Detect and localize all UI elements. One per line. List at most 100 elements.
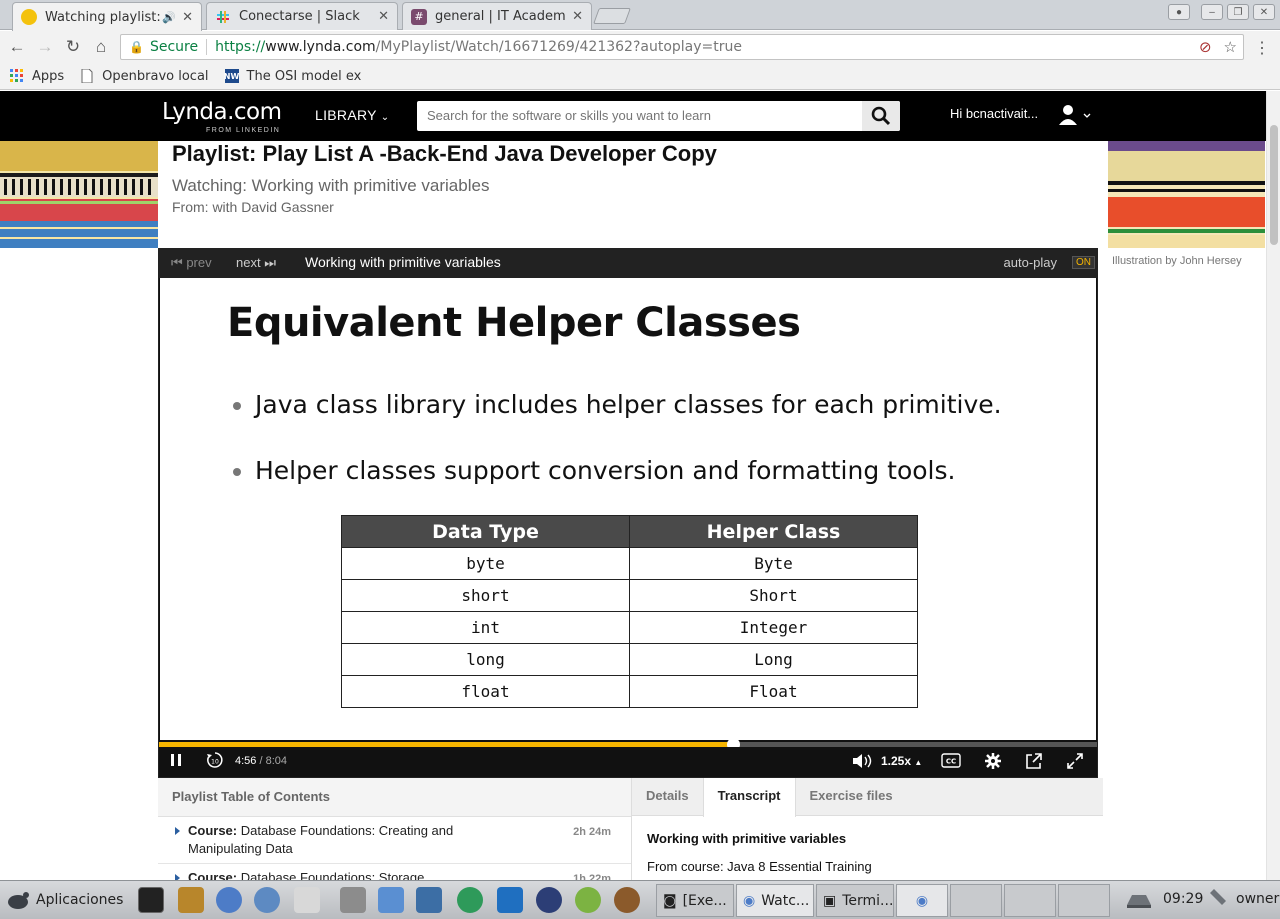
user-menu[interactable] — [1058, 104, 1092, 129]
xfce-mouse-icon — [8, 892, 29, 909]
rewind-10-button[interactable]: 10 — [206, 751, 224, 772]
close-tab-icon[interactable]: ✕ — [182, 10, 193, 25]
closed-captions-button[interactable]: CC — [941, 753, 961, 771]
popout-button[interactable] — [1025, 752, 1043, 773]
autoplay-toggle[interactable]: ON — [1072, 256, 1095, 269]
scrollbar-thumb[interactable] — [1270, 125, 1278, 245]
tab-details[interactable]: Details — [632, 778, 703, 815]
window-label: Termi... — [842, 892, 894, 909]
close-tab-icon[interactable]: ✕ — [572, 9, 583, 24]
workspace-2[interactable] — [950, 884, 1002, 917]
chevron-down-icon: ⌄ — [380, 112, 390, 123]
browser-tab-slack[interactable]: Conectarse | Slack ✕ — [206, 2, 398, 30]
taskbar-window-exe[interactable]: ◙ [Exe... — [656, 884, 734, 917]
tab-exercise-files[interactable]: Exercise files — [796, 778, 907, 815]
bookmark-openbravo[interactable]: Openbravo local — [80, 69, 209, 84]
speed-label: 1.25x — [881, 754, 912, 768]
search-box — [417, 101, 900, 131]
forward-arrow-icon[interactable]: → — [35, 37, 55, 57]
screenshot-launcher-icon[interactable] — [340, 887, 366, 913]
workspace-1[interactable]: ◉ — [896, 884, 948, 917]
address-bar[interactable]: 🔒 Secure https://www.lynda.com/MyPlaylis… — [120, 34, 1244, 60]
page-scrollbar[interactable] — [1266, 91, 1280, 881]
panel-tabs: Details Transcript Exercise files — [632, 778, 1103, 817]
transcript-course[interactable]: From course: Java 8 Essential Training — [647, 859, 872, 874]
volume-button[interactable] — [851, 752, 873, 773]
file-manager-launcher-icon[interactable] — [178, 887, 204, 913]
autoplay-label[interactable]: auto-play — [1004, 255, 1057, 270]
username[interactable]: owner — [1236, 891, 1279, 907]
table-cell: Float — [629, 675, 918, 708]
browser-tab-lynda[interactable]: Watching playlist: 🔊 ✕ — [12, 2, 202, 31]
cc-icon: CC — [941, 753, 961, 768]
browser-tab-itacademy[interactable]: # general | IT Academ ✕ — [402, 2, 592, 30]
tab-transcript[interactable]: Transcript — [702, 778, 796, 817]
logo-text: Lynda.com — [162, 99, 282, 125]
web-browser-launcher-icon[interactable] — [254, 887, 280, 913]
close-window-icon[interactable]: ✕ — [1253, 4, 1275, 20]
tab-title: Conectarse | Slack — [239, 9, 360, 24]
search-icon — [871, 106, 891, 126]
hash-favicon-icon: # — [411, 8, 427, 25]
list-item[interactable]: Course: Database Foundations: Creating a… — [158, 817, 631, 864]
minimize-window-icon[interactable]: – — [1201, 4, 1223, 20]
search-input[interactable] — [417, 101, 857, 129]
acorn-launcher-icon[interactable] — [614, 887, 640, 913]
video-player[interactable]: ⏮ prev next ⏭ Working with primitive var… — [158, 248, 1098, 778]
slide-bullet: Helper classes support conversion and fo… — [232, 456, 955, 485]
bookmark-label: Apps — [32, 68, 65, 84]
android-studio-launcher-icon[interactable] — [575, 887, 601, 913]
table-row: int Integer — [341, 611, 918, 644]
maximize-window-icon[interactable]: ❐ — [1227, 4, 1249, 20]
next-video-button[interactable]: next ⏭ — [236, 255, 276, 271]
library-label: LIBRARY — [315, 107, 377, 123]
logo-subtext: FROM LINKEDIN — [206, 127, 281, 134]
vscode-launcher-icon[interactable] — [497, 887, 523, 913]
rewind-10-icon: 10 — [207, 752, 223, 768]
workspace-4[interactable] — [1058, 884, 1110, 917]
user-switch-icon[interactable] — [1206, 887, 1230, 913]
applications-menu[interactable]: Aplicaciones — [6, 889, 123, 911]
clock[interactable]: 09:29 — [1163, 891, 1203, 907]
fullscreen-button[interactable] — [1066, 752, 1084, 773]
terminal-launcher-icon[interactable] — [138, 887, 164, 913]
skip-forward-icon: ⏭ — [264, 255, 276, 270]
taskbar-window-chrome[interactable]: ◉ Watc... — [736, 884, 814, 917]
profile-icon[interactable]: ● — [1168, 4, 1190, 20]
library-menu[interactable]: LIBRARY ⌄ — [315, 107, 389, 123]
video-title: Working with primitive variables — [305, 254, 501, 270]
chrome-menu-icon[interactable]: ⋮ — [1254, 38, 1270, 58]
table-row: long Long — [341, 643, 918, 676]
workspace-3[interactable] — [1004, 884, 1056, 917]
applications-label: Aplicaciones — [36, 892, 124, 908]
lynda-logo[interactable]: Lynda.com FROM LINKEDIN — [162, 99, 282, 134]
home-icon[interactable]: ⌂ — [91, 37, 111, 57]
details-panel: Details Transcript Exercise files Workin… — [632, 778, 1103, 880]
bookmark-star-icon[interactable]: ☆ — [1224, 38, 1237, 56]
new-tab-button[interactable] — [593, 8, 631, 24]
eclipse-launcher-icon[interactable] — [536, 887, 562, 913]
settings-button[interactable] — [985, 753, 1001, 772]
bookmark-osi[interactable]: NW The OSI model ex — [224, 69, 362, 84]
expand-triangle-icon[interactable] — [175, 827, 180, 835]
pause-button[interactable] — [169, 752, 183, 771]
search-button[interactable] — [862, 101, 900, 131]
virtualbox-launcher-icon[interactable] — [416, 887, 442, 913]
chromium-launcher-icon[interactable] — [216, 887, 242, 913]
bookmark-apps[interactable]: Apps — [10, 69, 64, 84]
close-tab-icon[interactable]: ✕ — [378, 9, 389, 24]
playback-speed-button[interactable]: 1.25x ▲ — [881, 754, 922, 768]
back-arrow-icon[interactable]: ← — [7, 37, 27, 57]
taskbar-window-terminal[interactable]: ▣ Termi... — [816, 884, 894, 917]
playlist-title: Playlist: Play List A -Back-End Java Dev… — [172, 141, 717, 166]
tab-title: general | IT Academ — [435, 9, 566, 24]
search-launcher-icon[interactable] — [294, 887, 320, 913]
prev-label: prev — [186, 255, 212, 270]
network-icon[interactable] — [1124, 887, 1154, 913]
user-greeting[interactable]: Hi bcnactivait... — [950, 106, 1038, 121]
prev-video-button[interactable]: ⏮ prev — [171, 255, 212, 271]
reload-icon[interactable]: ↻ — [63, 37, 83, 57]
translate-icon[interactable]: ⊘ — [1199, 38, 1212, 56]
atom-launcher-icon[interactable] — [457, 887, 483, 913]
folder-launcher-icon[interactable] — [378, 887, 404, 913]
